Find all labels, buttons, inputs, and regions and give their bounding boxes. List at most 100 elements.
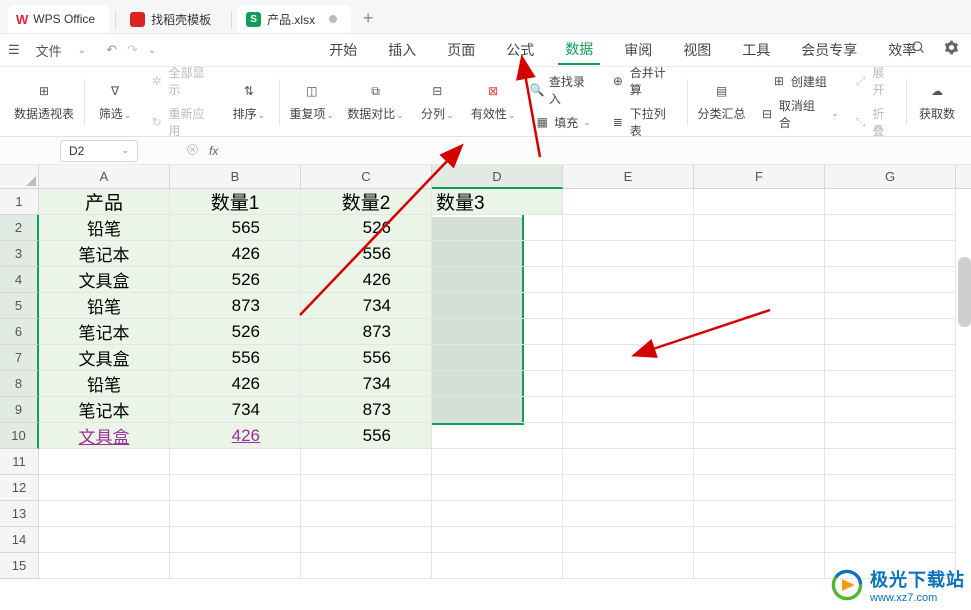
cell[interactable]	[694, 423, 825, 449]
collapse-button[interactable]: ⤡折叠	[853, 105, 896, 139]
row-header[interactable]: 7	[0, 345, 39, 371]
cell[interactable]	[563, 319, 694, 345]
cell[interactable]	[563, 423, 694, 449]
sort-button[interactable]: ⇅排序⌄	[229, 81, 269, 122]
fx-icon[interactable]: fx	[209, 144, 218, 158]
menu-start[interactable]: 开始	[322, 36, 364, 64]
formula-input[interactable]	[218, 140, 971, 162]
cell[interactable]: 铅笔	[39, 215, 170, 241]
col-header[interactable]: F	[694, 165, 825, 189]
select-all-corner[interactable]	[0, 165, 39, 189]
cell[interactable]: 873	[301, 397, 432, 423]
cell[interactable]: 734	[301, 371, 432, 397]
cell[interactable]: 526	[170, 319, 301, 345]
cell[interactable]	[432, 267, 563, 293]
cell[interactable]: 铅笔	[39, 371, 170, 397]
cell[interactable]	[432, 319, 563, 345]
cell[interactable]: 426	[170, 371, 301, 397]
app-tab-template[interactable]: 找稻壳模板	[122, 5, 225, 33]
cell[interactable]	[694, 189, 825, 215]
cell[interactable]: 426	[301, 267, 432, 293]
menu-tools[interactable]: 工具	[735, 36, 777, 64]
cell[interactable]: 铅笔	[39, 293, 170, 319]
col-header[interactable]: A	[39, 165, 170, 189]
cell[interactable]	[563, 345, 694, 371]
cell[interactable]: 笔记本	[39, 241, 170, 267]
cell[interactable]: 526	[170, 267, 301, 293]
col-header[interactable]: C	[301, 165, 432, 189]
cell[interactable]	[563, 397, 694, 423]
cell[interactable]: 734	[301, 293, 432, 319]
menu-member[interactable]: 会员专享	[794, 36, 864, 64]
col-header[interactable]: B	[170, 165, 301, 189]
cell[interactable]	[694, 241, 825, 267]
cell[interactable]	[563, 241, 694, 267]
cell[interactable]	[563, 293, 694, 319]
row-header[interactable]: 3	[0, 241, 39, 267]
search-icon[interactable]	[911, 40, 926, 60]
group-button[interactable]: ⊞创建组	[759, 73, 838, 90]
row-header[interactable]: 13	[0, 501, 39, 527]
duplicates-button[interactable]: ◫重复项⌄	[290, 81, 334, 122]
menu-formula[interactable]: 公式	[499, 36, 541, 64]
cell[interactable]: 文具盒	[39, 423, 170, 449]
reapply-button[interactable]: ↻重新应用	[149, 105, 215, 139]
cell[interactable]: 数量1	[170, 189, 301, 215]
cell[interactable]	[825, 345, 956, 371]
cell[interactable]	[825, 189, 956, 215]
cell[interactable]: 565	[170, 215, 301, 241]
dropdown-list-button[interactable]: ≣下拉列表	[610, 105, 677, 139]
cell[interactable]	[694, 371, 825, 397]
cell[interactable]	[825, 241, 956, 267]
row-header[interactable]: 14	[0, 527, 39, 553]
menu-page[interactable]: 页面	[440, 36, 482, 64]
cell[interactable]: 笔记本	[39, 397, 170, 423]
col-header[interactable]: D	[432, 165, 563, 189]
cell[interactable]	[825, 267, 956, 293]
cell[interactable]	[563, 189, 694, 215]
app-tab-file[interactable]: S 产品.xlsx	[238, 5, 351, 33]
cell[interactable]	[825, 215, 956, 241]
row-header[interactable]: 11	[0, 449, 39, 475]
validation-button[interactable]: ⊠有效性⌄	[471, 81, 515, 122]
cancel-formula-icon[interactable]	[186, 143, 199, 159]
cell[interactable]	[432, 345, 563, 371]
cell[interactable]: 文具盒	[39, 267, 170, 293]
subtotal-button[interactable]: ▤分类汇总	[698, 81, 745, 122]
row-header[interactable]: 10	[0, 423, 39, 449]
row-header[interactable]: 12	[0, 475, 39, 501]
cells[interactable]: 产品 数量1 数量2 数量3 铅笔565526笔记本426556文具盒52642…	[39, 189, 956, 579]
settings-icon[interactable]	[944, 40, 959, 60]
cell[interactable]	[825, 423, 956, 449]
cell[interactable]: 556	[301, 345, 432, 371]
fill-button[interactable]: ▦填充⌄	[529, 114, 596, 131]
col-header[interactable]: E	[563, 165, 694, 189]
cell[interactable]	[563, 267, 694, 293]
cell[interactable]: 产品	[39, 189, 170, 215]
new-tab-button[interactable]: +	[355, 5, 381, 31]
row-header[interactable]: 9	[0, 397, 39, 423]
menu-insert[interactable]: 插入	[381, 36, 423, 64]
cell[interactable]: 文具盒	[39, 345, 170, 371]
cell[interactable]	[825, 397, 956, 423]
cell[interactable]: 556	[301, 241, 432, 267]
cell[interactable]	[432, 241, 563, 267]
merge-calc-button[interactable]: ⊕合并计算	[610, 64, 677, 98]
row-header[interactable]: 4	[0, 267, 39, 293]
cell[interactable]	[563, 371, 694, 397]
app-tab-wps[interactable]: W WPS Office	[8, 5, 109, 33]
file-menu[interactable]: ☰ 文件 ⌄ ↶ ↷ ⌄	[8, 41, 156, 60]
vertical-scrollbar[interactable]	[958, 257, 971, 327]
cell[interactable]	[694, 397, 825, 423]
cell[interactable]	[694, 319, 825, 345]
split-button[interactable]: ⊟分列⌄	[417, 81, 457, 122]
cell[interactable]	[694, 267, 825, 293]
show-all-button[interactable]: ✲全部显示	[149, 64, 215, 98]
filter-button[interactable]: ∇筛选⌄	[95, 81, 135, 122]
cell[interactable]	[825, 319, 956, 345]
cell[interactable]: 556	[301, 423, 432, 449]
cell[interactable]: 556	[170, 345, 301, 371]
cell[interactable]	[825, 371, 956, 397]
cell[interactable]	[694, 293, 825, 319]
cell[interactable]	[694, 345, 825, 371]
